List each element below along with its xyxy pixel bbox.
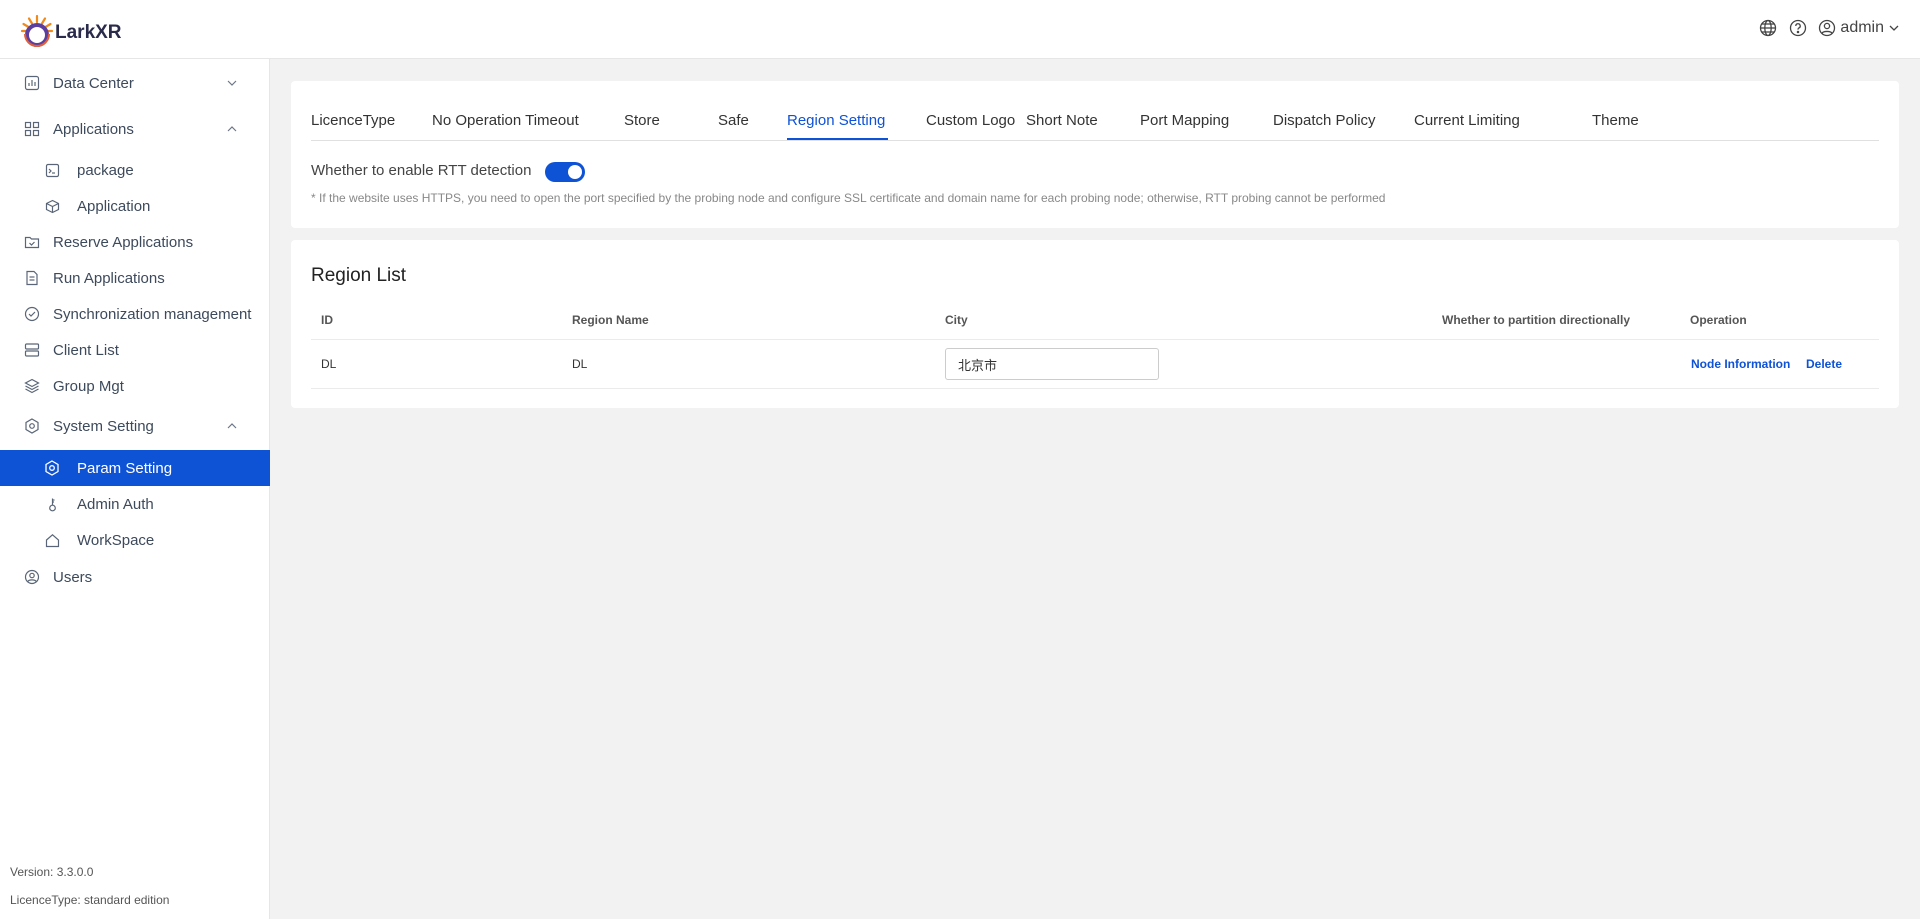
larkxr-logo-icon (20, 14, 54, 47)
header-divider (311, 339, 1879, 340)
sidebar-item-synchronization-management[interactable]: Synchronization management (0, 296, 270, 332)
tab-region-setting[interactable]: Region Setting (787, 112, 885, 129)
app-name: LarkXR (55, 22, 122, 43)
sidebar-item-label: Client List (53, 341, 119, 359)
sidebar-item-reserve-applications[interactable]: Reserve Applications (0, 224, 270, 260)
delete-link[interactable]: Delete (1806, 357, 1842, 371)
sidebar-item-param-setting[interactable]: Param Setting (0, 450, 270, 486)
sidebar: Data Center Applications package Applica… (0, 59, 270, 919)
rtt-hint-text: * If the website uses HTTPS, you need to… (311, 191, 1386, 205)
layers-icon (23, 377, 41, 395)
server-icon (23, 341, 41, 359)
sidebar-item-label: WorkSpace (77, 531, 155, 549)
sidebar-item-admin-auth[interactable]: Admin Auth (0, 486, 270, 522)
settings-icon (23, 417, 41, 435)
sidebar-item-label: Admin Auth (77, 495, 154, 513)
tab-port-mapping[interactable]: Port Mapping (1140, 112, 1229, 129)
node-information-link[interactable]: Node Information (1691, 357, 1790, 371)
cell-id: DL (321, 357, 337, 371)
tab-theme[interactable]: Theme (1592, 112, 1639, 129)
user-circle-icon (23, 568, 41, 586)
settings-tabs: LicenceType No Operation Timeout Store S… (311, 81, 1879, 141)
package-icon (43, 161, 61, 179)
grid-icon (23, 120, 41, 138)
sidebar-item-run-applications[interactable]: Run Applications (0, 260, 270, 296)
column-header-partition-directionally: Whether to partition directionally (1442, 313, 1631, 327)
sidebar-item-applications[interactable]: Applications (0, 111, 270, 147)
sidebar-item-label: Reserve Applications (53, 233, 194, 251)
column-header-operation: Operation (1690, 313, 1747, 327)
user-circle-icon (1819, 19, 1836, 37)
sidebar-item-package[interactable]: package (0, 152, 270, 188)
tab-current-limiting[interactable]: Current Limiting (1414, 112, 1520, 129)
tab-no-operation-timeout[interactable]: No Operation Timeout (432, 112, 579, 129)
sidebar-item-label: Application (77, 197, 151, 215)
sidebar-item-application[interactable]: Application (0, 188, 270, 224)
sidebar-item-label: Applications (53, 120, 134, 138)
settings-icon (43, 459, 61, 477)
tab-custom-logo[interactable]: Custom Logo (926, 112, 1015, 129)
sidebar-item-label: Synchronization management (53, 305, 252, 323)
key-icon (43, 495, 61, 513)
sidebar-item-label: Param Setting (77, 459, 173, 477)
document-icon (23, 269, 41, 287)
tab-safe[interactable]: Safe (718, 112, 749, 129)
city-input[interactable] (945, 348, 1159, 380)
chevron-up-icon (227, 126, 237, 132)
chevron-down-icon (1889, 25, 1899, 31)
user-menu[interactable]: admin (1818, 19, 1900, 37)
param-settings-card: LicenceType No Operation Timeout Store S… (291, 81, 1899, 228)
tab-short-note[interactable]: Short Note (1026, 112, 1098, 129)
globe-icon[interactable] (1758, 18, 1778, 38)
region-list-card: Region List ID Region Name City Whether … (291, 240, 1899, 408)
tab-dispatch-policy[interactable]: Dispatch Policy (1273, 112, 1376, 129)
sidebar-item-label: Group Mgt (53, 377, 124, 395)
version-text: Version: 3.3.0.0 (10, 865, 94, 879)
sidebar-item-label: Run Applications (53, 269, 165, 287)
tab-licence-type[interactable]: LicenceType (311, 112, 395, 129)
sidebar-item-label: package (77, 161, 134, 179)
cell-region-name: DL (572, 357, 588, 371)
region-list-title: Region List (311, 265, 407, 286)
licence-type-text: LicenceType: standard edition (10, 893, 170, 907)
sidebar-item-label: Data Center (53, 74, 134, 92)
sidebar-item-workspace[interactable]: WorkSpace (0, 522, 270, 558)
reserve-icon (23, 233, 41, 251)
sidebar-item-label: System Setting (53, 417, 154, 435)
column-header-region-name: Region Name (572, 313, 649, 327)
rtt-detection-toggle[interactable] (545, 162, 585, 182)
home-icon (43, 531, 61, 549)
tab-store[interactable]: Store (624, 112, 660, 129)
chevron-up-icon (227, 423, 237, 429)
app-logo[interactable]: LarkXR (20, 14, 122, 48)
chart-icon (23, 74, 41, 92)
top-header: LarkXR admin (0, 0, 1920, 59)
chevron-down-icon (227, 80, 237, 86)
sidebar-item-data-center[interactable]: Data Center (0, 65, 270, 101)
user-name: admin (1840, 19, 1884, 36)
sidebar-item-system-setting[interactable]: System Setting (0, 408, 270, 444)
header-actions: admin (1758, 18, 1900, 38)
column-header-id: ID (321, 313, 333, 327)
help-icon[interactable] (1788, 18, 1808, 38)
sidebar-item-client-list[interactable]: Client List (0, 332, 270, 368)
row-divider (311, 388, 1879, 389)
sidebar-item-users[interactable]: Users (0, 559, 270, 595)
check-circle-icon (23, 305, 41, 323)
column-header-city: City (945, 313, 968, 327)
sidebar-item-label: Users (53, 568, 93, 586)
toggle-knob (568, 165, 582, 179)
rtt-detection-label: Whether to enable RTT detection (311, 162, 532, 179)
cube-icon (43, 197, 61, 215)
sidebar-item-group-mgt[interactable]: Group Mgt (0, 368, 270, 404)
active-tab-indicator (787, 138, 888, 140)
